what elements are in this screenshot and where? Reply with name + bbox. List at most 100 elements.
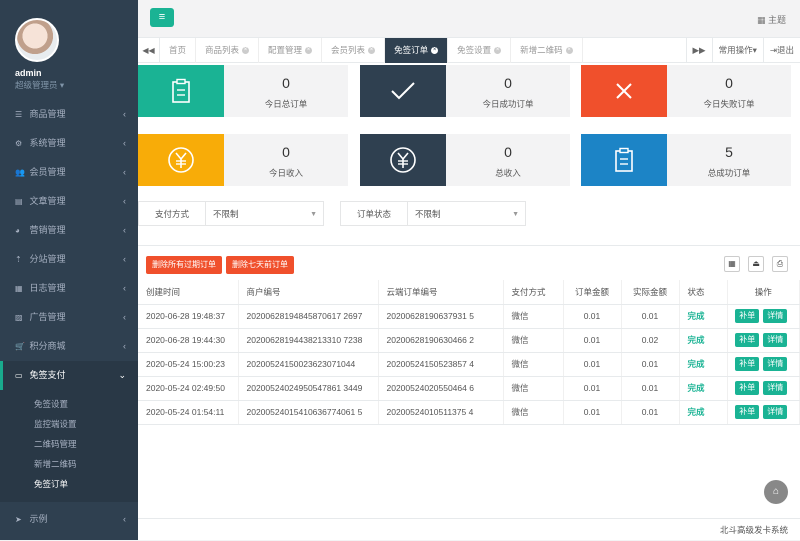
logout-button[interactable]: ⇥退出	[763, 38, 800, 63]
tabs: 首页 商品列表× 配置管理× 会员列表× 免签订单× 免签设置× 新增二维码×	[160, 38, 583, 63]
actual-amount-cell: 0.01	[621, 304, 679, 328]
print-icon[interactable]: ⎙	[772, 256, 788, 272]
grid-view-icon[interactable]: ▦	[724, 256, 740, 272]
sidebar-item-marketing[interactable]: ◕ 营销管理‹	[0, 216, 138, 245]
order-amount-cell: 0.01	[563, 352, 621, 376]
submenu-item-free-orders[interactable]: 免签订单	[0, 474, 138, 494]
sidebar-item-substation[interactable]: ⇡ 分站管理‹	[0, 245, 138, 274]
sidebar-item-label: 广告管理	[30, 312, 66, 322]
sidebar-item-points-mall[interactable]: 🛒 积分商城‹	[0, 332, 138, 361]
col-actual-amount[interactable]: 实际金额	[621, 280, 679, 304]
gear-icon: ⚙	[15, 129, 27, 158]
image-icon: ▨	[15, 303, 27, 332]
close-icon[interactable]: ×	[305, 47, 312, 54]
chevron-left-icon: ‹	[123, 216, 126, 245]
order-amount-cell: 0.01	[563, 400, 621, 424]
sidebar-item-system[interactable]: ⚙ 系统管理‹	[0, 129, 138, 158]
sidebar-item-label: 商品管理	[30, 109, 66, 119]
tab-add-qrcode[interactable]: 新增二维码×	[511, 38, 583, 63]
created-time-cell: 2020-06-28 19:48:37	[138, 304, 238, 328]
double-chevron-left-icon: ◀◀	[142, 46, 154, 55]
sidebar-item-logs[interactable]: ▦ 日志管理‹	[0, 274, 138, 303]
detail-button[interactable]: 详情	[763, 357, 787, 371]
tab-config[interactable]: 配置管理×	[259, 38, 322, 63]
submenu-item-add-qrcode[interactable]: 新增二维码	[0, 454, 138, 474]
sidebar-item-members[interactable]: 👥 会员管理‹	[0, 158, 138, 187]
table-row: 2020-05-24 15:00:23202005241500236230710…	[138, 352, 800, 376]
merchant-no-cell: 20200524015410636774061 5	[238, 400, 378, 424]
col-status[interactable]: 状态	[679, 280, 727, 304]
tab-home[interactable]: 首页	[160, 38, 196, 63]
sidebar-item-ads[interactable]: ▨ 广告管理 ‹	[0, 303, 138, 332]
tab-scroll-left-button[interactable]: ◀◀	[138, 38, 160, 63]
tab-goods-list[interactable]: 商品列表×	[196, 38, 259, 63]
close-icon[interactable]: ×	[368, 47, 375, 54]
tab-member-list[interactable]: 会员列表×	[322, 38, 385, 63]
sidebar-item-label: 会员管理	[30, 167, 66, 177]
profile: admin 超级管理员 ▾	[0, 0, 138, 100]
submenu-item-qrcode-manage[interactable]: 二维码管理	[0, 434, 138, 454]
common-ops-dropdown[interactable]: 常用操作▾	[712, 38, 763, 63]
submenu-item-monitor-settings[interactable]: 监控端设置	[0, 414, 138, 434]
col-order-amount[interactable]: 订单金额	[563, 280, 621, 304]
fix-order-button[interactable]: 补单	[735, 381, 759, 395]
col-merchant-no[interactable]: 商户编号	[238, 280, 378, 304]
tab-scroll-right-button[interactable]: ▶▶	[686, 38, 712, 63]
export-icon[interactable]: ⏏	[748, 256, 764, 272]
delete-expired-button[interactable]: 删除所有过期订单	[146, 256, 222, 274]
profile-role-dropdown[interactable]: 超级管理员 ▾	[15, 79, 138, 91]
main-content: 0 今日总订单 0 今日成功订单 0 今日失败订单 0 今日收入 0 总收入 5	[138, 63, 800, 540]
sidebar-item-articles[interactable]: ▤ 文章管理‹	[0, 187, 138, 216]
sidebar: admin 超级管理员 ▾ ☰ 商品管理‹ ⚙ 系统管理‹ 👥 会员管理‹ ▤ …	[0, 0, 138, 540]
orders-table: 创建时间 商户编号 云端订单编号 支付方式 订单金额 实际金额 状态 操作 20…	[138, 280, 800, 425]
home-float-button[interactable]: ⌂	[764, 480, 788, 504]
theme-button[interactable]: ▦ 主题	[757, 13, 786, 26]
sidebar-item-goods[interactable]: ☰ 商品管理‹	[0, 100, 138, 129]
detail-button[interactable]: 详情	[763, 309, 787, 323]
hamburger-icon: ≡	[159, 11, 165, 23]
stat-label: 今日成功订单	[446, 98, 570, 110]
close-icon	[581, 65, 667, 117]
fix-order-button[interactable]: 补单	[735, 309, 759, 323]
sidebar-item-example[interactable]: ➤ 示例‹	[0, 505, 138, 534]
col-created-time[interactable]: 创建时间	[138, 280, 238, 304]
fix-order-button[interactable]: 补单	[735, 333, 759, 347]
logout-icon: ⇥	[770, 45, 777, 55]
detail-button[interactable]: 详情	[763, 381, 787, 395]
order-status-select[interactable]: 不限制▼	[407, 201, 526, 226]
tab-free-orders[interactable]: 免签订单×	[385, 38, 448, 63]
col-cloud-order-no[interactable]: 云端订单编号	[378, 280, 503, 304]
actions-cell: 补单详情	[727, 352, 800, 376]
chevron-down-icon: ⌄	[118, 361, 126, 390]
top-bar: ≡ ▦ 主题	[138, 0, 800, 38]
table-row: 2020-06-28 19:44:3020200628194438213310 …	[138, 328, 800, 352]
send-icon: ➤	[15, 505, 27, 534]
tab-label: 商品列表	[205, 45, 239, 55]
submenu-item-free-settings[interactable]: 免签设置	[0, 394, 138, 414]
detail-button[interactable]: 详情	[763, 405, 787, 419]
chevron-left-icon: ‹	[123, 303, 126, 332]
calendar-icon: ▦	[15, 274, 27, 303]
close-icon[interactable]: ×	[566, 47, 573, 54]
close-icon[interactable]: ×	[431, 47, 438, 54]
close-icon[interactable]: ×	[494, 47, 501, 54]
actions-cell: 补单详情	[727, 304, 800, 328]
table-row: 2020-05-24 01:54:11202005240154106367740…	[138, 400, 800, 424]
fix-order-button[interactable]: 补单	[735, 357, 759, 371]
detail-button[interactable]: 详情	[763, 333, 787, 347]
sidebar-item-free-pay[interactable]: ▭ 免签支付⌄	[0, 361, 138, 390]
delete-7days-button[interactable]: 删除七天前订单	[226, 256, 294, 274]
pay-method-select[interactable]: 不限制▼	[205, 201, 324, 226]
col-pay-method[interactable]: 支付方式	[503, 280, 563, 304]
avatar[interactable]	[15, 18, 59, 62]
sidebar-item-label: 积分商城	[30, 341, 66, 351]
fix-order-button[interactable]: 补单	[735, 405, 759, 419]
created-time-cell: 2020-05-24 01:54:11	[138, 400, 238, 424]
cloud-order-no-cell: 20200524010511375 4	[378, 400, 503, 424]
stat-label: 总成功订单	[667, 167, 791, 179]
cloud-order-no-cell: 20200628190637931 5	[378, 304, 503, 328]
hamburger-button[interactable]: ≡	[150, 8, 174, 27]
close-icon[interactable]: ×	[242, 47, 249, 54]
chevron-left-icon: ‹	[123, 332, 126, 361]
tab-free-settings[interactable]: 免签设置×	[448, 38, 511, 63]
